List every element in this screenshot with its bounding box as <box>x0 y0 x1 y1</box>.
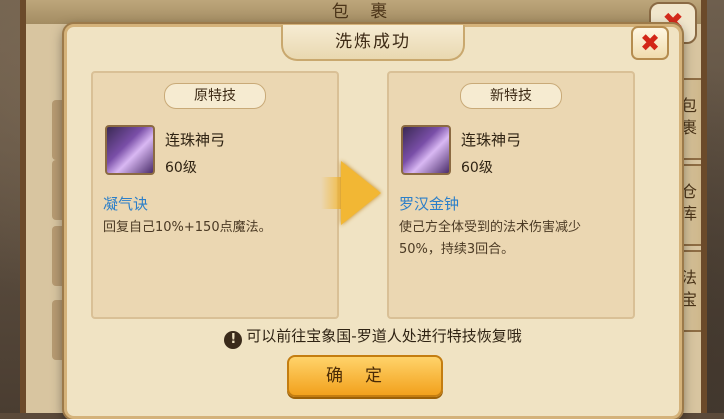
skill-name: 凝气诀 <box>103 195 149 213</box>
original-skill-label: 原特技 <box>194 88 236 104</box>
confirm-button[interactable]: 确定 <box>287 355 443 397</box>
notice: ! 可以前往宝象国-罗道人处进行特技恢复哦 <box>67 325 679 349</box>
item-level: 60级 <box>461 160 493 176</box>
original-skill-panel: 原特技 连珠神弓 60级 凝气诀 回复自己10%+150点魔法。 <box>91 71 339 319</box>
refine-success-dialog: 洗炼成功 ✖ 原特技 连珠神弓 60级 凝气诀 回复自己10%+150点魔法。 … <box>64 24 682 419</box>
dialog-title-banner: 洗炼成功 <box>281 25 465 61</box>
bag-title: 包 裹 <box>26 0 701 24</box>
panel-label-banner: 新特技 <box>460 83 562 109</box>
new-skill-label: 新特技 <box>490 88 532 104</box>
item-name: 连珠神弓 <box>461 131 522 149</box>
new-skill-panel: 新特技 连珠神弓 60级 罗汉金钟 使己方全体受到的法术伤害减少50%，持续3回… <box>387 71 635 319</box>
panel-label-banner: 原特技 <box>164 83 266 109</box>
bow-item-icon[interactable] <box>105 125 155 175</box>
exclamation-icon: ! <box>224 331 243 349</box>
dialog-close-button[interactable]: ✖ <box>631 26 669 60</box>
item-name: 连珠神弓 <box>165 131 226 149</box>
arrow-right-icon <box>341 161 381 225</box>
skill-name: 罗汉金钟 <box>399 195 460 213</box>
notice-text: 可以前往宝象国-罗道人处进行特技恢复哦 <box>246 327 522 345</box>
bow-item-icon[interactable] <box>401 125 451 175</box>
skill-description: 使己方全体受到的法术伤害减少50%，持续3回合。 <box>399 220 582 257</box>
dialog-title: 洗炼成功 <box>335 32 411 52</box>
item-level: 60级 <box>165 160 197 176</box>
skill-description: 回复自己10%+150点魔法。 <box>103 220 272 235</box>
